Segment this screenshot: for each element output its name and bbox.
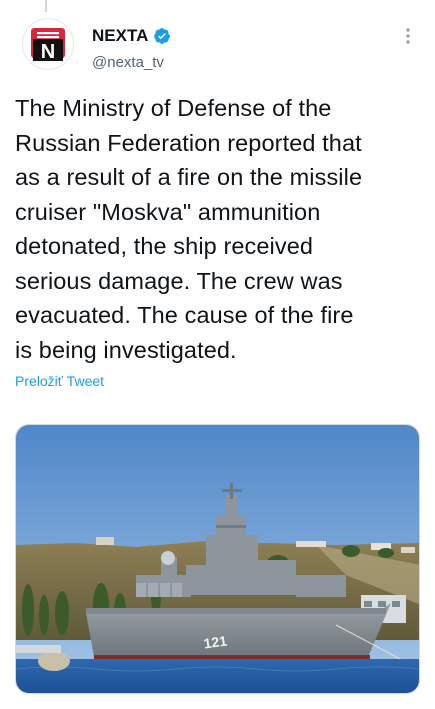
translate-tweet-link[interactable]: Preložiť Tweet	[15, 373, 104, 389]
warship-photo: 121	[16, 425, 419, 693]
user-handle[interactable]: @nexta_tv	[92, 54, 164, 71]
avatar[interactable]: N	[22, 18, 74, 70]
thread-line	[45, 0, 47, 12]
display-name[interactable]: NEXTA	[92, 26, 148, 46]
nexta-logo-icon: N	[23, 19, 73, 69]
tweet-card[interactable]: N NEXTA @nexta_tv The Ministry of Defens…	[0, 0, 435, 709]
author-row[interactable]: NEXTA	[92, 26, 171, 46]
avatar-letter: N	[41, 41, 55, 63]
hull-number: 121	[203, 632, 229, 651]
more-options-icon[interactable]	[400, 24, 416, 48]
tweet-image[interactable]: 121	[15, 424, 420, 694]
verified-badge-icon	[153, 27, 171, 45]
tweet-text: The Ministry of Defense of the Russian F…	[15, 95, 363, 363]
